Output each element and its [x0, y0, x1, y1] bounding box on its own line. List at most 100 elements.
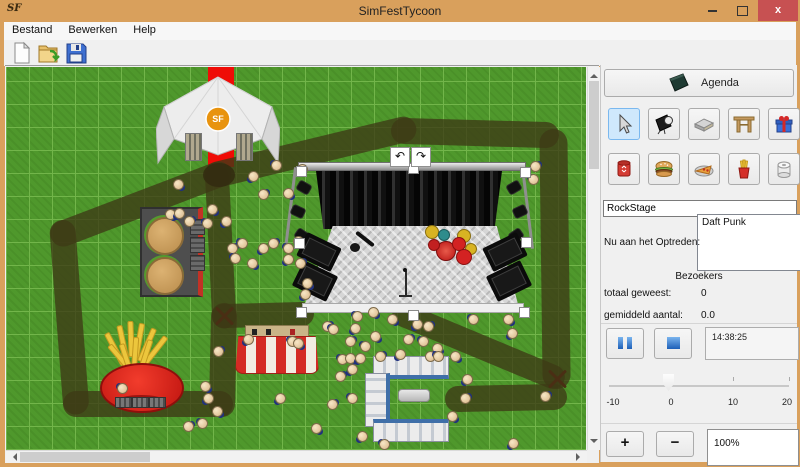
- bench[interactable]: [132, 397, 149, 408]
- striped-food-stand[interactable]: [235, 323, 317, 373]
- visitor: [311, 423, 322, 434]
- tool-stage-block[interactable]: [688, 108, 720, 140]
- bench[interactable]: [115, 397, 132, 408]
- mic-stand[interactable]: [405, 271, 407, 297]
- bench[interactable]: [190, 237, 205, 253]
- tool-trash-bin[interactable]: [608, 153, 640, 185]
- scroll-down-icon[interactable]: [590, 439, 598, 447]
- entrance-tent[interactable]: SF: [156, 75, 280, 169]
- horizontal-scrollbar[interactable]: [6, 450, 587, 463]
- slider-tick-label: 0: [668, 397, 673, 407]
- selection-handle[interactable]: [296, 166, 307, 177]
- tool-select-cursor[interactable]: [608, 108, 640, 140]
- now-playing-listbox[interactable]: Daft Punk: [697, 214, 800, 271]
- visitor: [247, 258, 258, 269]
- menu-bar: Bestand Bewerken Help: [4, 22, 796, 41]
- speed-slider[interactable]: [609, 385, 789, 387]
- visitor: [295, 258, 306, 269]
- visitor: [357, 431, 368, 442]
- stage-floor[interactable]: [305, 226, 518, 304]
- now-playing-label: Nu aan het Optreden:: [604, 237, 700, 248]
- menu-bewerken[interactable]: Bewerken: [60, 22, 125, 36]
- spotlight-icon: [297, 181, 312, 195]
- selection-handle[interactable]: [519, 307, 530, 318]
- open-file-button[interactable]: [37, 41, 61, 65]
- visitor: [271, 160, 282, 171]
- visitor: [379, 439, 390, 450]
- tool-burger[interactable]: [648, 153, 680, 185]
- selection-handle[interactable]: [408, 310, 419, 321]
- burger-icon: [652, 157, 676, 181]
- bench[interactable]: [190, 255, 205, 271]
- scroll-up-icon[interactable]: [590, 70, 598, 78]
- slider-tick: [733, 377, 734, 381]
- visitor: [503, 314, 514, 325]
- visitor: [423, 321, 434, 332]
- visitor: [258, 189, 269, 200]
- tent-logo-text: SF: [212, 114, 224, 124]
- pause-button[interactable]: [606, 328, 644, 359]
- horizontal-scroll-thumb[interactable]: [20, 452, 150, 462]
- zoom-out-button[interactable]: −: [656, 431, 694, 457]
- zoom-in-button[interactable]: +: [606, 431, 644, 457]
- stop-button[interactable]: [654, 328, 692, 359]
- visitor: [350, 323, 361, 334]
- tool-pizza[interactable]: [688, 153, 720, 185]
- minimize-button[interactable]: [698, 0, 726, 21]
- crowd-barrier-left[interactable]: [185, 133, 202, 161]
- selection-handle[interactable]: [296, 307, 307, 318]
- dead-bush-x-mark: [213, 305, 235, 327]
- selection-handle[interactable]: [520, 167, 531, 178]
- visitor: [202, 218, 213, 229]
- window-title: SimFestTycoon: [0, 4, 800, 18]
- scroll-left-icon[interactable]: [9, 453, 17, 461]
- visitor: [368, 307, 379, 318]
- spotlight-icon: [507, 181, 522, 195]
- tom-drum: [456, 249, 472, 265]
- selection-handle[interactable]: [521, 237, 532, 248]
- close-button[interactable]: x: [758, 0, 798, 21]
- rotate-cw-button[interactable]: ↷: [411, 147, 431, 167]
- mic-stand: [399, 295, 412, 297]
- festival-map[interactable]: SF: [6, 67, 586, 450]
- bench[interactable]: [149, 397, 166, 408]
- tool-spotlight[interactable]: [648, 108, 680, 140]
- visitor: [530, 161, 541, 172]
- vertical-scrollbar[interactable]: [587, 67, 600, 450]
- guitar[interactable]: [350, 243, 360, 252]
- spotlight-icon: [652, 112, 676, 136]
- zoom-level-field[interactable]: 100%: [707, 429, 799, 466]
- menu-bestand[interactable]: Bestand: [4, 22, 60, 36]
- visitor: [207, 204, 218, 215]
- visitor: [268, 238, 279, 249]
- speed-slider-thumb[interactable]: [663, 374, 674, 391]
- tool-fries[interactable]: [728, 153, 760, 185]
- visitor: [184, 216, 195, 227]
- tool-gate[interactable]: [728, 108, 760, 140]
- vertical-scroll-thumb[interactable]: [589, 81, 599, 169]
- fries-icon: [732, 157, 756, 181]
- crowd-barrier-right[interactable]: [236, 133, 253, 161]
- visitor: [347, 364, 358, 375]
- scroll-right-icon[interactable]: [576, 453, 584, 461]
- visitor: [508, 438, 519, 449]
- rotate-ccw-button[interactable]: ↶: [390, 147, 410, 167]
- agenda-button[interactable]: Agenda: [604, 69, 794, 97]
- menu-help[interactable]: Help: [125, 22, 164, 36]
- visitor: [117, 383, 128, 394]
- open-folder-icon: [37, 41, 61, 65]
- gate-icon: [732, 112, 756, 136]
- table[interactable]: [398, 389, 430, 402]
- tool-gift[interactable]: [768, 108, 800, 140]
- visitor: [447, 411, 458, 422]
- new-file-button[interactable]: [10, 41, 34, 65]
- visitor: [328, 324, 339, 335]
- tool-toilet-roll[interactable]: [768, 153, 800, 185]
- visitor: [403, 334, 414, 345]
- maximize-icon: [737, 6, 748, 16]
- selection-handle[interactable]: [294, 238, 305, 249]
- maximize-button[interactable]: [728, 0, 756, 21]
- save-button[interactable]: [64, 41, 88, 65]
- slider-tick-label: 10: [728, 397, 738, 407]
- stage-curtain[interactable]: [316, 171, 502, 229]
